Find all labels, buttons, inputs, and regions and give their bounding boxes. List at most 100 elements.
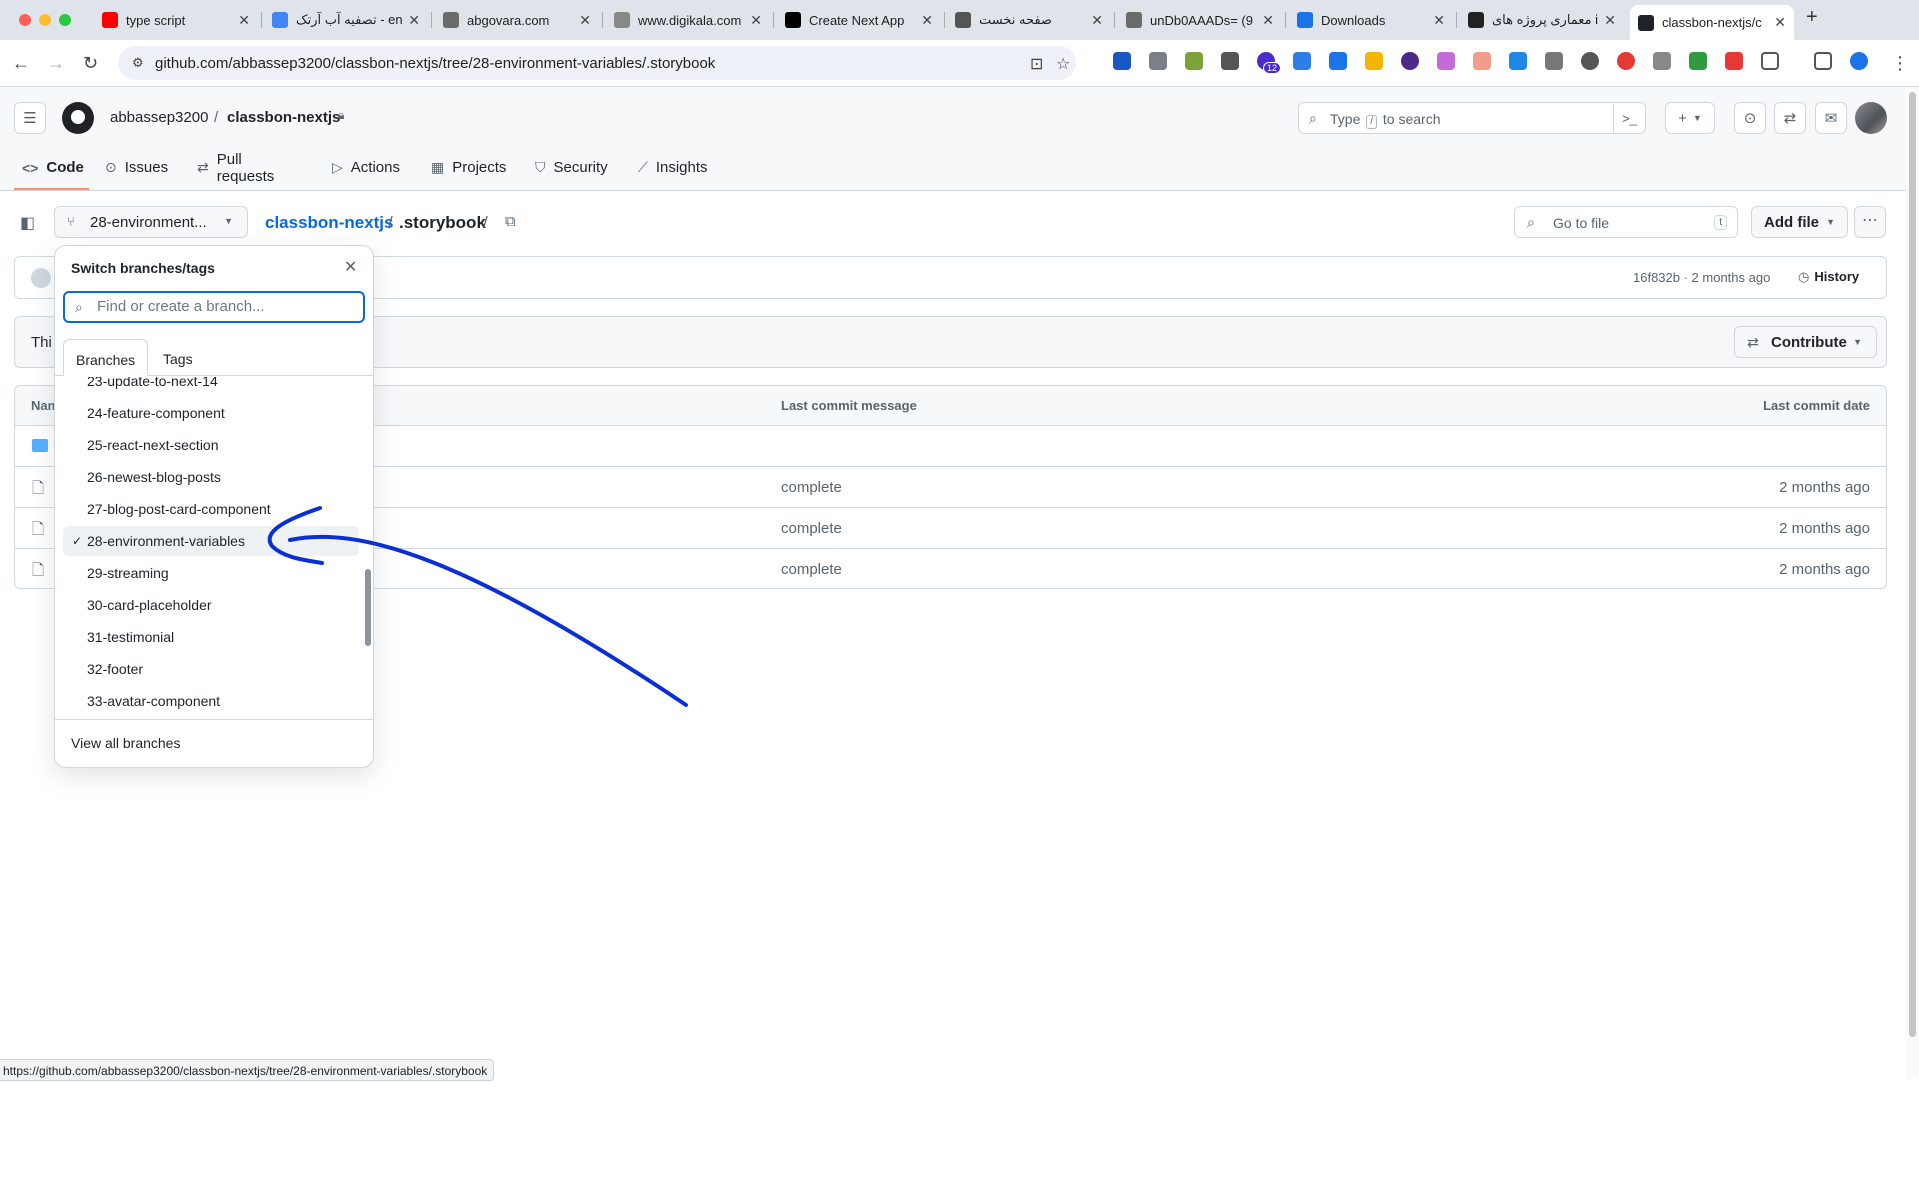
commit-message[interactable]: complete	[781, 479, 842, 496]
go-to-file-input[interactable]: ⌕ Go to file t	[1514, 206, 1738, 238]
bookmark-star-icon[interactable]: ☆	[1056, 54, 1070, 74]
extension-icon[interactable]	[1293, 52, 1311, 70]
extension-icon[interactable]	[1581, 52, 1599, 70]
browser-tab[interactable]: تصفیه آب آرتک - en ✕	[264, 5, 428, 35]
global-search-input[interactable]: ⌕ Type / to search >_	[1298, 102, 1646, 134]
tab-pull-requests[interactable]: ⇄ Pull requests	[197, 144, 274, 191]
breadcrumb-repo[interactable]: classbon-nextjs	[227, 109, 340, 126]
shield-extension-icon[interactable]	[1689, 52, 1707, 70]
minimize-window-button[interactable]	[39, 14, 51, 26]
commit-message[interactable]: complete	[781, 520, 842, 537]
add-file-button[interactable]: Add file ▼	[1751, 206, 1848, 238]
tab-issues[interactable]: ⊙ Issues	[105, 144, 168, 191]
tab-branches[interactable]: Branches	[63, 339, 149, 376]
site-info-icon[interactable]: ⚙	[132, 55, 144, 71]
branch-list-item[interactable]: 29-streaming	[63, 558, 359, 588]
issues-shortcut-icon[interactable]: ⊙	[1734, 102, 1766, 134]
branch-list-item[interactable]: 30-card-placeholder	[63, 590, 359, 620]
close-tab-icon[interactable]: ✕	[1774, 14, 1786, 31]
extension-icon[interactable]	[1509, 52, 1527, 70]
tab-insights[interactable]: ⟋ Insights	[638, 144, 708, 191]
close-tab-icon[interactable]: ✕	[579, 12, 591, 29]
tab-projects[interactable]: ▦ Projects	[431, 144, 506, 191]
extension-icon[interactable]	[1473, 52, 1491, 70]
browser-tab[interactable]: معماری پروژه های ile ✕	[1460, 5, 1624, 35]
browser-tab[interactable]: Downloads ✕	[1289, 5, 1453, 35]
path-repo-link[interactable]: classbon-nextjs	[265, 213, 394, 233]
forward-arrow-icon[interactable]: →	[47, 53, 65, 74]
extension-icon[interactable]	[1221, 52, 1239, 70]
create-new-button[interactable]: + ▼	[1665, 102, 1715, 134]
close-tab-icon[interactable]: ✕	[921, 12, 933, 29]
github-logo-icon[interactable]	[62, 102, 94, 134]
user-avatar[interactable]	[1855, 102, 1887, 134]
extension-icon[interactable]	[1437, 52, 1455, 70]
back-arrow-icon[interactable]: ←	[12, 53, 30, 74]
close-tab-icon[interactable]: ✕	[238, 12, 250, 29]
committer-avatar[interactable]	[31, 268, 51, 288]
browser-tab[interactable]: صفحه نخست ✕	[947, 5, 1111, 35]
branch-filter-input[interactable]	[97, 298, 359, 315]
close-tab-icon[interactable]: ✕	[750, 12, 762, 29]
more-options-icon[interactable]: ⋯	[1854, 206, 1886, 238]
browser-tab[interactable]: Create Next App ✕	[777, 5, 941, 35]
close-icon[interactable]: ✕	[344, 257, 357, 277]
adblock-icon[interactable]	[1617, 52, 1635, 70]
tab-actions[interactable]: ▷ Actions	[332, 144, 400, 191]
breadcrumb-owner[interactable]: abbassep3200	[110, 109, 208, 126]
file-tree-toggle-icon[interactable]: ◧	[20, 213, 35, 233]
zoom-window-button[interactable]	[59, 14, 71, 26]
close-tab-icon[interactable]: ✕	[1091, 12, 1103, 29]
extension-icon[interactable]	[1545, 52, 1563, 70]
branch-list-scrollbar[interactable]	[365, 379, 371, 715]
view-all-branches-link[interactable]: View all branches	[71, 735, 180, 751]
branch-list-item[interactable]: ✓ 28-environment-variables	[63, 526, 359, 556]
browser-tab[interactable]: abgovara.com ✕	[435, 5, 599, 35]
inbox-icon[interactable]: ✉	[1815, 102, 1847, 134]
close-tab-icon[interactable]: ✕	[1604, 12, 1616, 29]
branch-filter-field[interactable]: ⌕	[63, 291, 365, 323]
close-tab-icon[interactable]: ✕	[1262, 12, 1274, 29]
contribute-button[interactable]: ⇄ Contribute ▼	[1734, 326, 1877, 358]
branch-list-item[interactable]: 26-newest-blog-posts	[63, 462, 359, 492]
extension-icon[interactable]	[1653, 52, 1671, 70]
extension-icon[interactable]	[1329, 52, 1347, 70]
extension-icon[interactable]	[1725, 52, 1743, 70]
profile-icon[interactable]	[1850, 52, 1868, 70]
tab-tags[interactable]: Tags	[151, 339, 205, 376]
close-window-button[interactable]	[19, 14, 31, 26]
browser-tab[interactable]: type script ✕	[94, 5, 258, 35]
commit-hash-time[interactable]: 16f832b · 2 months ago	[1633, 270, 1770, 285]
close-tab-icon[interactable]: ✕	[408, 12, 420, 29]
browser-tab[interactable]: classbon-nextjs/c ✕	[1630, 5, 1794, 40]
branch-list-item[interactable]: 32-footer	[63, 654, 359, 684]
tab-code[interactable]: <> Code	[22, 144, 84, 191]
branch-list-item[interactable]: 24-feature-component	[63, 398, 359, 428]
branch-list-item[interactable]: 31-testimonial	[63, 622, 359, 652]
side-panel-icon[interactable]	[1814, 52, 1832, 70]
history-link[interactable]: ◷ History	[1798, 269, 1859, 285]
branch-list-item[interactable]: 23-update-to-next-14	[63, 377, 359, 396]
reload-icon[interactable]: ↻	[83, 53, 98, 74]
page-scrollbar[interactable]	[1906, 88, 1919, 1079]
branch-list-item[interactable]: 27-blog-post-card-component	[63, 494, 359, 524]
commit-message[interactable]: complete	[781, 561, 842, 578]
branch-list-item[interactable]: 25-react-next-section	[63, 430, 359, 460]
extension-icon[interactable]	[1149, 52, 1167, 70]
close-tab-icon[interactable]: ✕	[1433, 12, 1445, 29]
new-tab-button[interactable]: +	[1806, 6, 1818, 29]
copy-path-icon[interactable]: ⧉	[505, 213, 516, 230]
browser-tab[interactable]: www.digikala.com ✕	[606, 5, 770, 35]
browser-tab[interactable]: unDb0AAADs= (9 ✕	[1118, 5, 1282, 35]
install-app-icon[interactable]: ⊡	[1030, 54, 1043, 74]
branch-selector-button[interactable]: ⑂ 28-environment... ▼	[54, 206, 248, 238]
pull-requests-shortcut-icon[interactable]: ⇄	[1774, 102, 1806, 134]
extension-icon[interactable]	[1185, 52, 1203, 70]
extension-icon[interactable]	[1365, 52, 1383, 70]
extension-icon[interactable]	[1113, 52, 1131, 70]
extension-icon[interactable]	[1401, 52, 1419, 70]
branch-list-item[interactable]: 33-avatar-component	[63, 686, 359, 715]
page-scroll-thumb[interactable]	[1909, 92, 1916, 1037]
address-bar[interactable]: ⚙ github.com/abbassep3200/classbon-nextj…	[118, 46, 1076, 80]
puzzle-icon[interactable]	[1761, 52, 1779, 70]
